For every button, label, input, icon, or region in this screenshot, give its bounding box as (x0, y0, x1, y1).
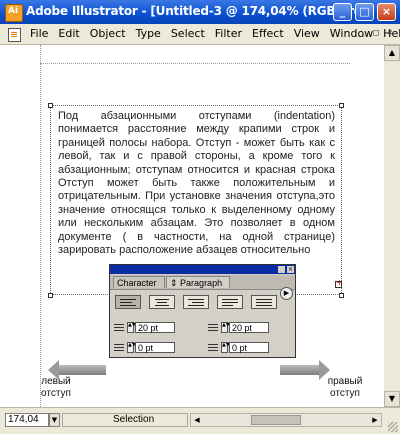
menu-file[interactable]: File (27, 27, 51, 40)
selection-handle[interactable] (339, 103, 344, 108)
right-indent-stepper[interactable]: ▲▼ (221, 322, 230, 333)
align-left-button[interactable] (115, 295, 141, 309)
scroll-left-icon[interactable]: ◀ (191, 414, 203, 426)
document-icon[interactable] (8, 28, 21, 42)
document-window-controls: _ □ × (356, 28, 396, 39)
right-indent-label: правый отступ (327, 376, 363, 399)
first-line-indent-row: ▲▼ 0 pt (114, 342, 175, 353)
palette-close-button[interactable]: × (287, 266, 294, 273)
right-indent-row: ▲▼ 20 pt (208, 322, 269, 333)
right-indent-arrow-icon (280, 360, 330, 380)
first-line-indent-stepper[interactable]: ▲▼ (127, 342, 136, 353)
scroll-up-icon[interactable]: ▲ (384, 45, 400, 61)
doc-close-button[interactable]: × (384, 28, 396, 39)
space-before-row: ▲▼ 0 pt (208, 342, 269, 353)
justify-all-button[interactable] (251, 295, 277, 309)
space-before-icon (208, 343, 220, 353)
window-title: Adobe Illustrator - [Untitled-3 @ 174,04… (26, 4, 370, 18)
left-indent-row: ▲▼ 20 pt (114, 322, 175, 333)
alignment-buttons (115, 295, 277, 309)
doc-restore-button[interactable]: □ (370, 28, 382, 39)
palette-menu-icon[interactable]: ▶ (280, 287, 293, 300)
title-bar: Adobe Illustrator - [Untitled-3 @ 174,04… (0, 0, 400, 25)
menu-edit[interactable]: Edit (55, 27, 82, 40)
menu-effect[interactable]: Effect (249, 27, 287, 40)
palette-minimize-button[interactable] (278, 266, 285, 273)
scroll-right-icon[interactable]: ▶ (369, 414, 381, 426)
scroll-down-icon[interactable]: ▼ (384, 391, 400, 407)
menu-type[interactable]: Type (133, 27, 164, 40)
paragraph-text[interactable]: Под абзационными отступами (indentation)… (58, 110, 335, 257)
selection-handle[interactable] (339, 293, 344, 298)
resize-grip-icon[interactable] (388, 422, 398, 432)
left-indent-stepper[interactable]: ▲▼ (127, 322, 136, 333)
space-before-stepper[interactable]: ▲▼ (221, 342, 230, 353)
left-indent-label: левый отступ (41, 376, 71, 399)
menu-object[interactable]: Object (87, 27, 129, 40)
menu-select[interactable]: Select (168, 27, 208, 40)
zoom-field[interactable]: 174,04 (5, 413, 49, 427)
text-overflow-icon[interactable] (335, 278, 343, 288)
right-indent-field[interactable]: 20 pt (229, 322, 269, 333)
close-button[interactable]: × (377, 3, 396, 21)
right-indent-icon (208, 323, 220, 333)
justify-button[interactable] (217, 295, 243, 309)
status-selection[interactable]: Selection (62, 413, 188, 427)
illustrator-app-icon[interactable] (5, 4, 23, 22)
doc-minimize-button[interactable]: _ (356, 28, 368, 39)
align-right-button[interactable] (183, 295, 209, 309)
left-indent-field[interactable]: 20 pt (135, 322, 175, 333)
maximize-button[interactable]: □ (355, 3, 374, 21)
tab-paragraph[interactable]: ⇕ Paragraph (166, 276, 230, 288)
tab-character[interactable]: Character (113, 276, 165, 288)
space-before-field[interactable]: 0 pt (229, 342, 269, 353)
selection-handle[interactable] (48, 103, 53, 108)
first-line-indent-field[interactable]: 0 pt (135, 342, 175, 353)
menu-items: File Edit Object Type Select Filter Effe… (27, 27, 400, 40)
palette-title-bar[interactable]: × (110, 265, 295, 274)
align-center-button[interactable] (149, 295, 175, 309)
left-indent-icon (114, 323, 126, 333)
palette-tabs: Character ⇕ Paragraph ▶ (110, 275, 295, 300)
zoom-dropdown-icon[interactable]: ▼ (49, 413, 60, 427)
menu-filter[interactable]: Filter (212, 27, 245, 40)
paragraph-palette: × Character ⇕ Paragraph ▶ ▲▼ 20 pt ▲▼ 20… (109, 264, 296, 358)
first-line-indent-icon (114, 343, 126, 353)
menu-view[interactable]: View (291, 27, 323, 40)
page-edge-top (40, 63, 350, 65)
horizontal-scroll-thumb[interactable] (251, 415, 301, 425)
vertical-scrollbar[interactable]: ▲ ▼ (384, 45, 400, 407)
page-edge-left (40, 45, 42, 407)
selection-handle[interactable] (48, 293, 53, 298)
left-indent-arrow-icon (48, 360, 106, 380)
minimize-button[interactable]: _ (333, 3, 352, 21)
menu-bar: File Edit Object Type Select Filter Effe… (0, 24, 400, 45)
horizontal-scrollbar[interactable]: ◀ ▶ (190, 413, 382, 427)
status-bar: 174,04 ▼ Selection ◀ ▶ (0, 407, 400, 434)
